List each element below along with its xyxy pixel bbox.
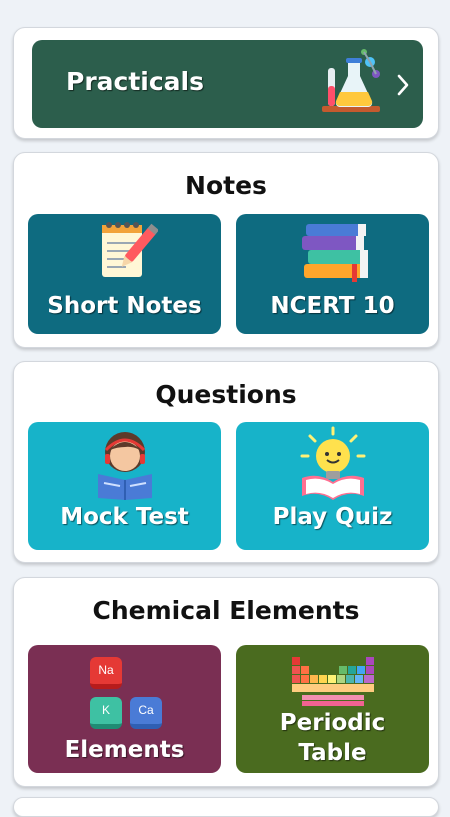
elements-button[interactable]: Na K Ca Elements <box>28 645 221 773</box>
lab-flask-icon <box>322 49 380 112</box>
practicals-card: Practicals <box>13 27 439 139</box>
notes-card: Notes Short Notes NCERT 10 <box>13 152 439 348</box>
next-card-partial <box>13 797 439 817</box>
element-ca-tile: Ca <box>130 697 162 729</box>
element-na-tile: Na <box>90 657 122 689</box>
play-quiz-button[interactable]: Play Quiz <box>236 422 429 550</box>
notes-title: Notes <box>185 171 267 200</box>
questions-title: Questions <box>155 380 297 409</box>
mock-test-button[interactable]: Mock Test <box>28 422 221 550</box>
chemical-elements-title: Chemical Elements <box>92 596 360 625</box>
ncert-10-button[interactable]: NCERT 10 <box>236 214 429 334</box>
elements-label: Elements <box>64 737 185 763</box>
periodic-table-icon <box>292 657 374 706</box>
element-k-tile: K <box>90 697 122 729</box>
notepad-pencil-icon <box>102 222 158 277</box>
student-reading-icon <box>98 432 152 500</box>
book-stack-icon <box>302 224 368 282</box>
element-blocks-icon: Na K Ca <box>90 657 166 729</box>
short-notes-button[interactable]: Short Notes <box>28 214 221 334</box>
periodic-label-line2: Table <box>298 740 367 766</box>
mock-test-label: Mock Test <box>60 504 189 530</box>
chemical-elements-card: Chemical Elements Na K Ca Elements Perio… <box>13 577 439 787</box>
practicals-button[interactable]: Practicals <box>32 40 423 128</box>
short-notes-label: Short Notes <box>47 293 202 319</box>
periodic-table-button[interactable]: Periodic Table <box>236 645 429 773</box>
play-quiz-label: Play Quiz <box>272 504 393 530</box>
chevron-right-icon <box>397 74 409 96</box>
questions-card: Questions Mock Test Play Quiz <box>13 361 439 563</box>
lightbulb-book-icon <box>300 426 366 500</box>
ncert-10-label: NCERT 10 <box>270 293 395 319</box>
periodic-label-line1: Periodic <box>279 710 386 736</box>
